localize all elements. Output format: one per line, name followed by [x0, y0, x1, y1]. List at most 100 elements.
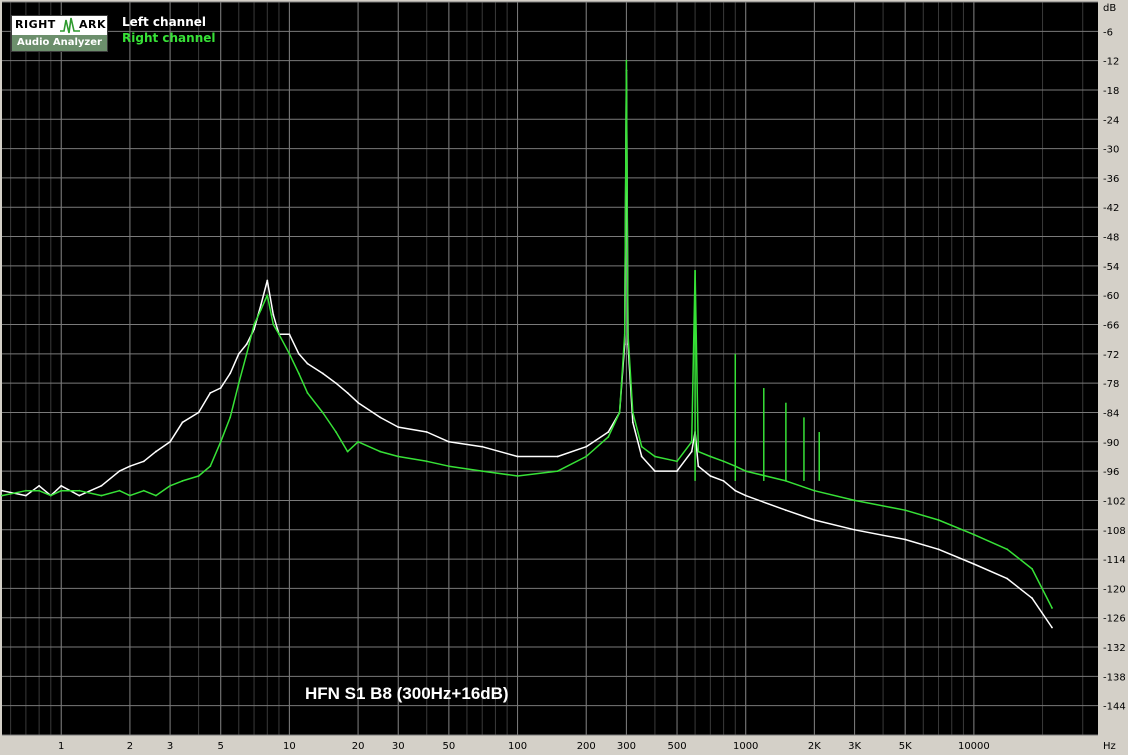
- series-point-left: [266, 279, 269, 282]
- y-tick-label: -138: [1103, 672, 1126, 683]
- series-point-left: [229, 372, 232, 375]
- series-point-left: [690, 450, 693, 453]
- series-point-left: [297, 352, 300, 355]
- series-point-left: [481, 445, 484, 448]
- series-point-left: [676, 470, 678, 473]
- series-point-left: [181, 421, 184, 424]
- y-tick-label: -96: [1103, 467, 1119, 478]
- series-point-right: [306, 392, 309, 394]
- series-point-left: [237, 352, 240, 355]
- logo-word-right: RIGHT: [15, 18, 56, 31]
- series-point-right: [676, 460, 678, 463]
- series-point-right: [904, 509, 907, 512]
- series-point-right: [60, 489, 63, 492]
- series-point-left: [272, 313, 275, 316]
- chart-title: HFN S1 B8 (300Hz+16dB): [305, 684, 509, 703]
- y-tick-label: -48: [1103, 233, 1119, 244]
- x-tick-label: 5: [218, 741, 224, 752]
- series-point-right: [24, 489, 27, 492]
- series-point-left: [100, 484, 103, 487]
- series-point-left: [640, 455, 643, 458]
- series-point-right: [49, 494, 52, 497]
- series-point-right: [155, 494, 157, 497]
- y-tick-label: -144: [1103, 702, 1126, 713]
- series-point-left: [697, 465, 700, 468]
- x-tick-label: 10000: [958, 741, 990, 752]
- x-tick-label: 100: [508, 741, 527, 752]
- series-point-left: [129, 465, 131, 468]
- y-tick-label: -84: [1103, 408, 1119, 419]
- series-point-right: [245, 352, 248, 355]
- series-point-left: [321, 372, 324, 375]
- y-tick-label: -36: [1103, 174, 1119, 185]
- y-tick-label: -12: [1103, 57, 1119, 68]
- y-tick-label: -114: [1103, 555, 1126, 566]
- series-point-right: [197, 475, 200, 477]
- series-point-left: [346, 392, 349, 394]
- series-point-right: [237, 382, 240, 385]
- series-point-left: [357, 401, 359, 404]
- series-point-left: [744, 494, 747, 497]
- series-point-left: [288, 333, 291, 336]
- y-tick-label: -24: [1103, 115, 1119, 126]
- series-point-right: [118, 489, 121, 492]
- series-point-left: [734, 489, 737, 492]
- series-point-right: [181, 479, 184, 482]
- series-point-right: [321, 411, 324, 414]
- x-tick-label: 50: [443, 741, 456, 752]
- rightmark-logo: RIGHT ARK Audio Analyzer: [11, 15, 108, 52]
- series-point-right: [229, 416, 232, 419]
- series-point-right: [357, 440, 359, 443]
- series-point-left: [709, 475, 712, 477]
- y-tick-label: -42: [1103, 203, 1119, 214]
- series-point-left: [972, 563, 975, 565]
- series-point-right: [516, 475, 519, 477]
- series-point-right: [100, 494, 103, 497]
- series-point-right: [744, 470, 747, 473]
- series-point-left: [24, 494, 27, 497]
- series-point-left: [78, 494, 81, 497]
- x-tick-label: 20: [352, 741, 365, 752]
- x-tick-label: 200: [577, 741, 596, 752]
- x-tick-label: 1000: [733, 741, 758, 752]
- series-point-left: [1, 489, 3, 492]
- series-point-left: [142, 460, 145, 463]
- series-point-right: [1, 494, 3, 497]
- series-point-right: [813, 489, 816, 492]
- x-tick-label: 2K: [808, 741, 821, 752]
- series-point-right: [397, 455, 400, 458]
- x-tick-label: 5K: [899, 741, 912, 752]
- series-point-right: [259, 308, 262, 311]
- series-point-right: [253, 323, 255, 326]
- series-point-right: [335, 431, 337, 433]
- series-point-right: [625, 59, 628, 62]
- y-tick-label: -66: [1103, 321, 1119, 332]
- x-tick-label: 1: [58, 741, 64, 752]
- series-point-left: [259, 304, 262, 306]
- y-tick-label: -18: [1103, 86, 1119, 97]
- series-point-right: [38, 489, 41, 492]
- series-point-left: [155, 450, 157, 453]
- series-point-right: [219, 440, 222, 443]
- y-tick-label: -90: [1103, 438, 1119, 449]
- series-point-right: [618, 411, 621, 414]
- series-point-left: [38, 484, 41, 487]
- logo-wave-icon: [60, 17, 80, 34]
- series-point-left: [607, 431, 610, 433]
- x-tick-label: 2: [127, 741, 133, 752]
- series-point-left: [447, 440, 450, 443]
- series-point-left: [209, 392, 212, 394]
- series-point-right: [1051, 607, 1053, 609]
- series-point-right: [297, 372, 300, 375]
- x-tick-label: 500: [667, 741, 686, 752]
- series-point-left: [654, 470, 656, 473]
- series-point-right: [654, 455, 656, 458]
- series-point-right: [937, 519, 940, 521]
- y-tick-label: -60: [1103, 291, 1119, 302]
- series-point-left: [306, 362, 309, 365]
- series-point-right: [169, 484, 171, 487]
- series-point-right: [690, 440, 693, 443]
- series-point-right: [640, 445, 643, 448]
- series-point-left: [937, 548, 940, 551]
- series-point-left: [425, 431, 428, 433]
